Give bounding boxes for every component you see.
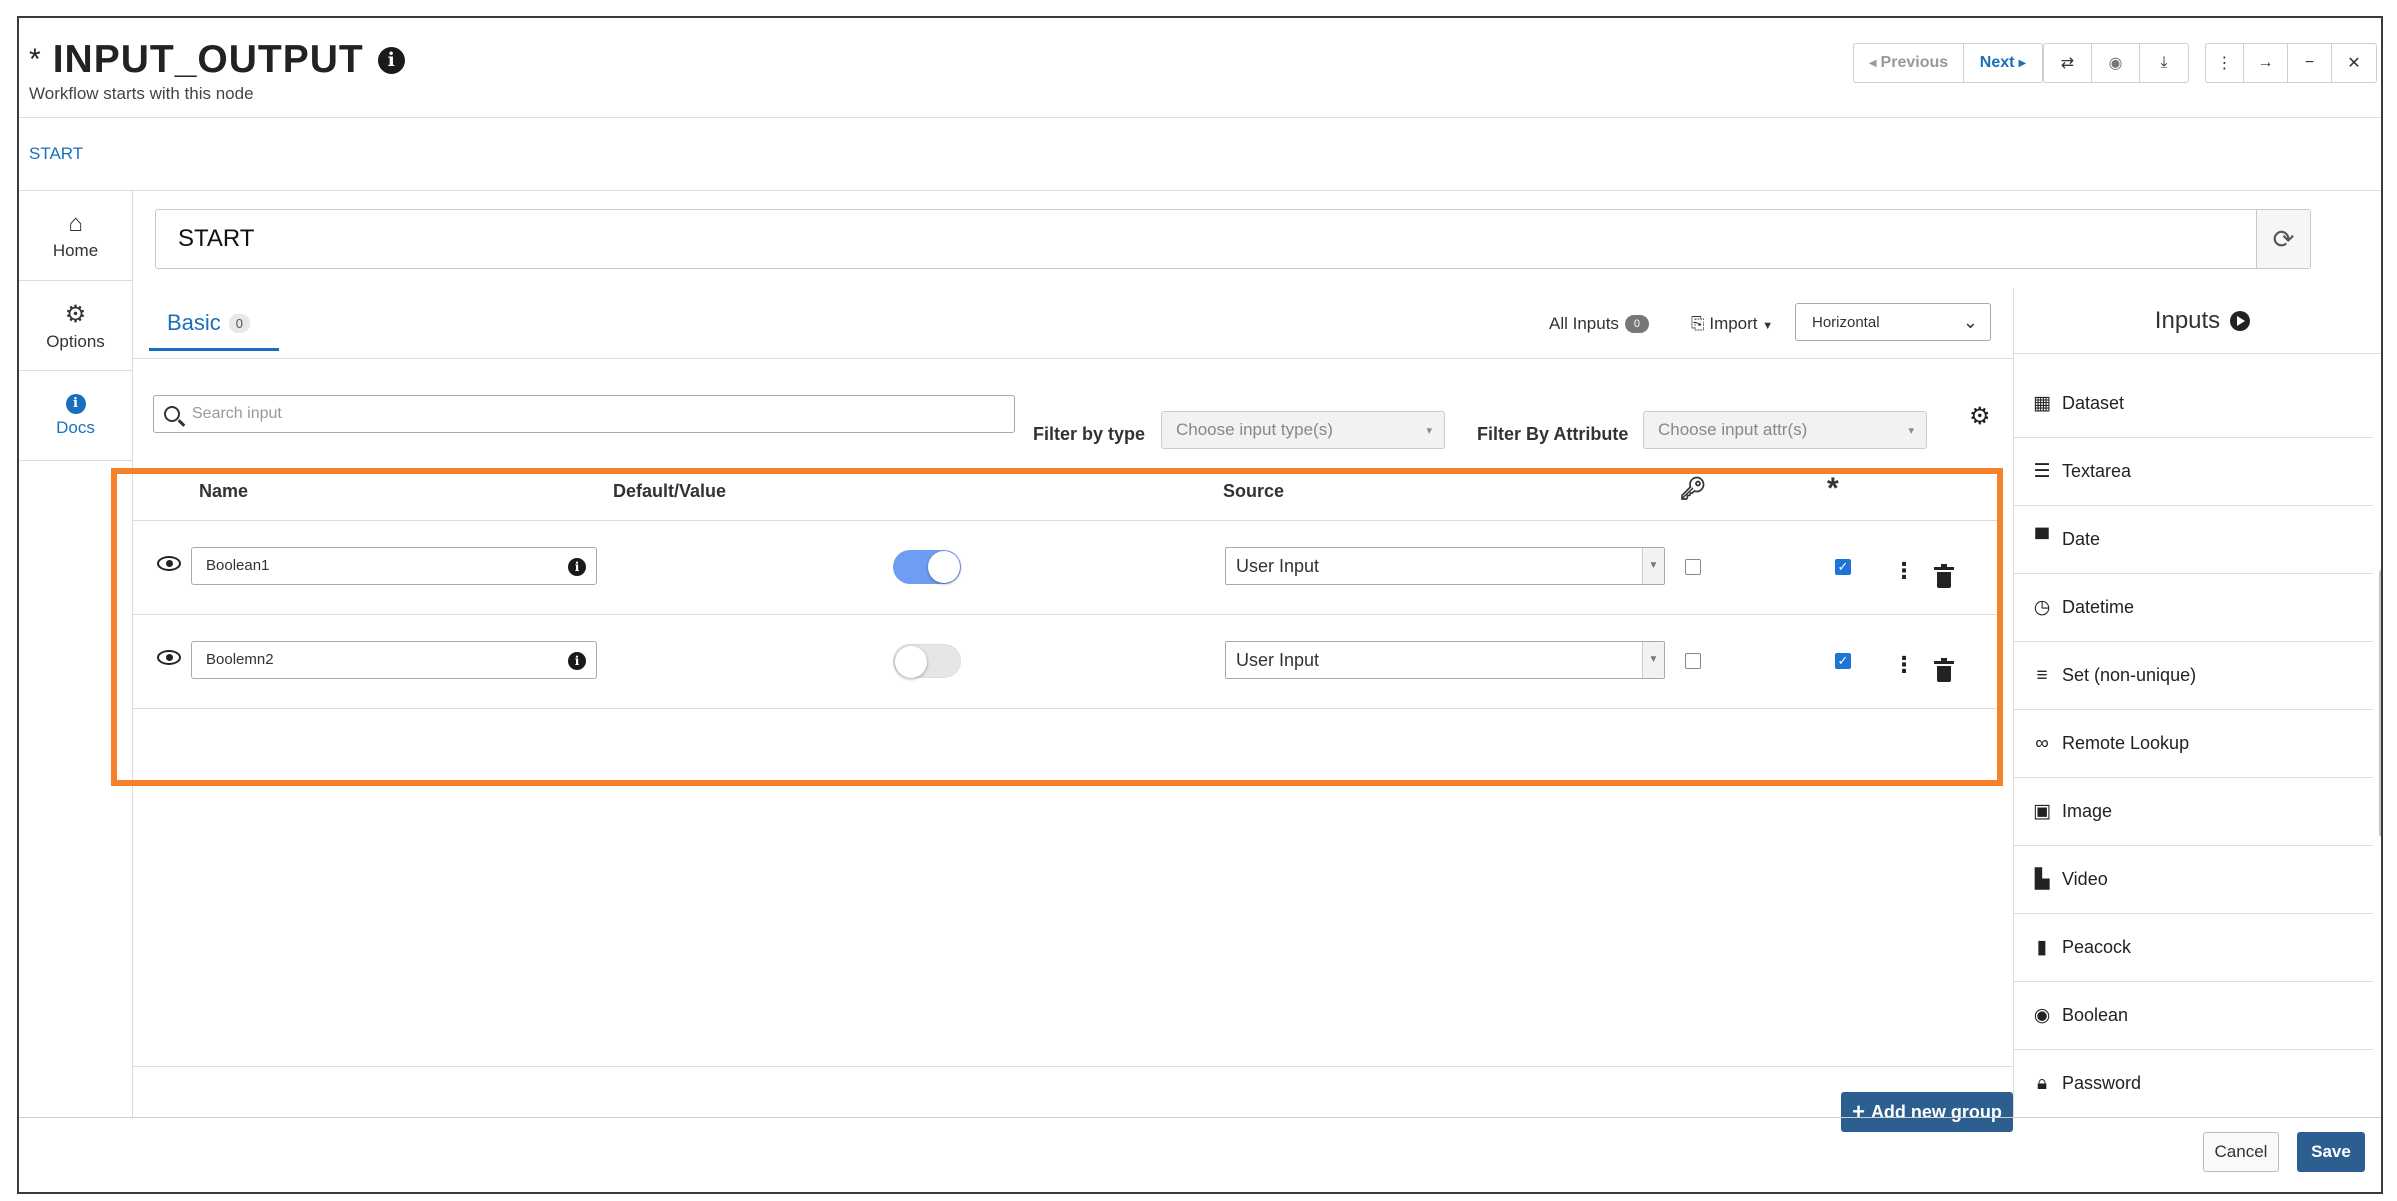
sidebar-item-options[interactable]: ⚙ Options — [19, 281, 132, 371]
save-button[interactable]: Save — [2297, 1132, 2365, 1172]
visibility-icon[interactable]: ◉ — [2092, 44, 2140, 82]
toggle-icon: ◉ — [2033, 1005, 2051, 1026]
filter-attribute-label: Filter By Attribute — [1477, 424, 1629, 444]
active-tab-underline — [149, 348, 279, 351]
calendar-icon: ▀ — [2035, 528, 2049, 550]
divider — [19, 1117, 2381, 1118]
gear-icon: ⚙ — [64, 300, 87, 328]
filter-type-select[interactable]: Choose input type(s) ▾ — [1161, 411, 1445, 449]
caret-left-icon: ◀ — [1868, 57, 1877, 69]
input-type-item[interactable]: ▀ Date — [2014, 506, 2373, 574]
list-icon: ≡ — [2036, 664, 2048, 686]
file-icon: ▮ — [2036, 937, 2048, 958]
prev-next-group: ◀ Previous Next ▶ — [1853, 43, 2043, 83]
cancel-button[interactable]: Cancel — [2203, 1132, 2279, 1172]
filter-attribute-select[interactable]: Choose input attr(s) ▾ — [1643, 411, 1927, 449]
download-icon[interactable]: ⤓ — [2140, 44, 2188, 82]
import-icon: ⎘ — [1691, 314, 1705, 333]
refresh-icon[interactable]: ⟳ — [2256, 210, 2310, 268]
previous-button[interactable]: ◀ Previous — [1854, 44, 1964, 82]
highlight-box — [111, 468, 2003, 786]
input-type-item[interactable]: ▦ Dataset — [2014, 370, 2373, 438]
divider — [133, 1066, 2013, 1067]
caret-down-icon: ▼ — [1762, 320, 1774, 332]
play-icon[interactable] — [2230, 310, 2251, 331]
caret-right-icon: ▶ — [2018, 57, 2027, 69]
search-icon — [164, 406, 180, 422]
add-new-group-button[interactable]: + Add new group — [1841, 1092, 2013, 1132]
tab-count-badge: 0 — [228, 313, 251, 333]
node-name-value[interactable]: START — [156, 210, 2256, 268]
input-type-item[interactable]: ▣ Image — [2014, 778, 2373, 846]
home-icon: ⌂ — [68, 210, 83, 237]
page-subtitle: Workflow starts with this node — [29, 84, 254, 103]
video-file-icon: ▙ — [2034, 869, 2050, 890]
node-name-field[interactable]: START ⟳ — [155, 209, 2311, 269]
lock-icon: 🔒︎ — [2036, 1072, 2048, 1094]
filter-type-label: Filter by type — [1033, 424, 1146, 444]
input-type-item[interactable]: ◷ Datetime — [2014, 574, 2373, 642]
caret-down-icon: ▾ — [1908, 424, 1914, 437]
link-icon: ∞ — [2035, 732, 2049, 754]
window-controls: ⋮ → − ✕ — [2205, 43, 2377, 83]
chevron-down-icon: ⌄ — [1962, 311, 1978, 332]
tab-basic[interactable]: Basic 0 — [167, 310, 251, 336]
search-input[interactable]: Search input — [153, 395, 1015, 433]
inputs-list: ▦ Dataset ☰ Textarea ▀ Date ◷ Datetime ≡ Set … — [2014, 370, 2373, 1118]
minimize-icon[interactable]: − — [2288, 44, 2332, 82]
clock-icon: ◷ — [2033, 597, 2051, 618]
node-editor-window: * INPUT_OUTPUT i Workflow starts with th… — [17, 16, 2383, 1194]
input-type-item[interactable]: ▮ Peacock — [2014, 914, 2373, 982]
input-type-item[interactable]: ☰ Textarea — [2014, 438, 2373, 506]
more-vertical-icon[interactable]: ⋮ — [2206, 44, 2244, 82]
page-title: INPUT_OUTPUT — [52, 38, 364, 81]
text-lines-icon: ☰ — [2033, 461, 2051, 482]
plus-icon: + — [1852, 1099, 1865, 1124]
next-button[interactable]: Next ▶ — [1964, 44, 2042, 82]
input-type-item[interactable]: ▙ Video — [2014, 846, 2373, 914]
input-type-item[interactable]: ◉ Boolean — [2014, 982, 2373, 1050]
close-icon[interactable]: ✕ — [2332, 44, 2376, 82]
title-row: * INPUT_OUTPUT i — [29, 38, 405, 82]
layout-select[interactable]: Horizontal ⌄ — [1795, 303, 1991, 341]
sidebar-item-docs[interactable]: i Docs — [19, 371, 132, 461]
info-icon: i — [65, 393, 86, 414]
breadcrumb[interactable]: START — [29, 144, 83, 164]
gear-icon[interactable]: ⚙ — [1969, 402, 1991, 431]
sidebar-item-home[interactable]: ⌂ Home — [19, 191, 132, 281]
all-inputs-toggle[interactable]: All Inputs 0 — [1549, 314, 1649, 334]
header: * INPUT_OUTPUT i Workflow starts with th… — [19, 18, 2381, 118]
scrollbar[interactable] — [2379, 568, 2381, 838]
image-icon: ▣ — [2033, 801, 2051, 822]
inputs-panel-header: Inputs — [2014, 288, 2381, 354]
input-type-item[interactable]: 🔒︎ Password — [2014, 1050, 2373, 1118]
modified-marker: * — [29, 43, 41, 76]
arrow-right-icon[interactable]: → — [2244, 44, 2288, 82]
inputs-panel: Inputs ▦ Dataset ☰ Textarea ▀ Date ◷ Datetim… — [2013, 288, 2381, 1118]
tool-group: ⇄ ◉ ⤓ — [2043, 43, 2189, 83]
input-type-item[interactable]: ≡ Set (non-unique) — [2014, 642, 2373, 710]
caret-down-icon: ▾ — [1426, 424, 1432, 437]
swap-icon[interactable]: ⇄ — [2044, 44, 2092, 82]
divider — [19, 190, 2381, 191]
import-dropdown[interactable]: ⎘ Import ▼ — [1691, 314, 1773, 334]
all-inputs-count-badge: 0 — [1624, 315, 1649, 333]
table-icon: ▦ — [2033, 393, 2051, 414]
divider — [133, 358, 2013, 359]
info-icon[interactable]: i — [377, 46, 405, 74]
input-type-item[interactable]: ∞ Remote Lookup — [2014, 710, 2373, 778]
